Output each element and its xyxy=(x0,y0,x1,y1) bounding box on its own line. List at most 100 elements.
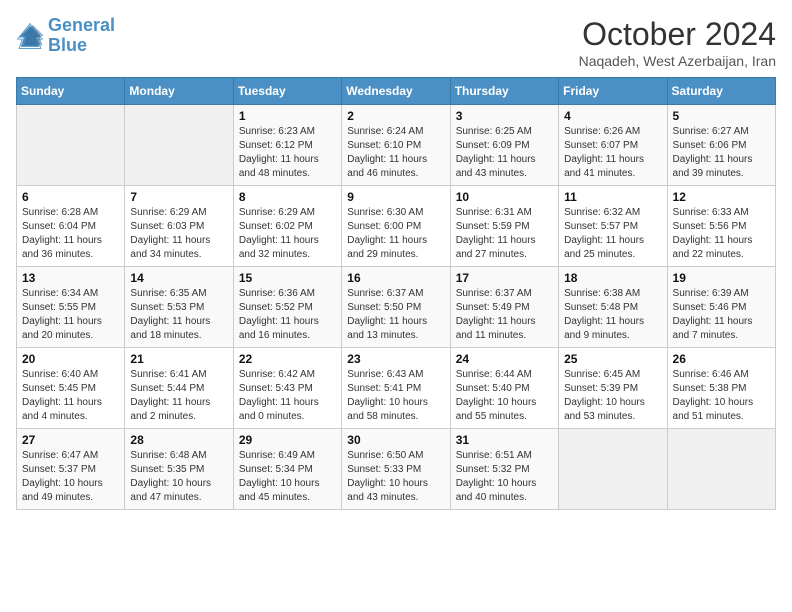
day-info: Sunrise: 6:48 AM Sunset: 5:35 PM Dayligh… xyxy=(130,449,227,505)
day-number: 13 xyxy=(22,271,119,285)
day-number: 1 xyxy=(239,109,336,123)
calendar-cell: 13 Sunrise: 6:34 AM Sunset: 5:55 PM Dayli… xyxy=(17,267,125,348)
day-info: Sunrise: 6:40 AM Sunset: 5:45 PM Dayligh… xyxy=(22,368,119,424)
calendar-cell: 15Sunrise: 6:36 AM Sunset: 5:52 PM Dayli… xyxy=(233,267,341,348)
calendar-cell: 27 Sunrise: 6:47 AM Sunset: 5:37 PM Dayli… xyxy=(17,429,125,510)
day-number: 21 xyxy=(130,352,227,366)
day-info: Sunrise: 6:34 AM Sunset: 5:55 PM Dayligh… xyxy=(22,287,119,343)
day-info: Sunrise: 6:47 AM Sunset: 5:37 PM Dayligh… xyxy=(22,449,119,505)
calendar-week-1: 1 Sunrise: 6:23 AM Sunset: 6:12 PM Daylig… xyxy=(17,105,776,186)
calendar-week-2: 6 Sunrise: 6:28 AM Sunset: 6:04 PM Daylig… xyxy=(17,186,776,267)
calendar-cell xyxy=(667,429,775,510)
day-header-wednesday: Wednesday xyxy=(342,78,450,105)
day-number: 19 xyxy=(673,271,770,285)
page-header: General Blue October 2024 Naqadeh, West … xyxy=(16,16,776,69)
calendar-cell: 6 Sunrise: 6:28 AM Sunset: 6:04 PM Daylig… xyxy=(17,186,125,267)
calendar-header-row: SundayMondayTuesdayWednesdayThursdayFrid… xyxy=(17,78,776,105)
calendar-cell xyxy=(17,105,125,186)
day-info: Sunrise: 6:37 AM Sunset: 5:50 PM Dayligh… xyxy=(347,287,444,343)
day-info: Sunrise: 6:26 AM Sunset: 6:07 PM Dayligh… xyxy=(564,125,661,181)
calendar-cell: 19Sunrise: 6:39 AM Sunset: 5:46 PM Dayli… xyxy=(667,267,775,348)
day-info: Sunrise: 6:29 AM Sunset: 6:03 PM Dayligh… xyxy=(130,206,227,262)
day-number: 9 xyxy=(347,190,444,204)
day-number: 11 xyxy=(564,190,661,204)
calendar-table: SundayMondayTuesdayWednesdayThursdayFrid… xyxy=(16,77,776,510)
calendar-cell: 25 Sunrise: 6:45 AM Sunset: 5:39 PM Dayli… xyxy=(559,348,667,429)
day-info: Sunrise: 6:31 AM Sunset: 5:59 PM Dayligh… xyxy=(456,206,553,262)
day-info: Sunrise: 6:42 AM Sunset: 5:43 PM Dayligh… xyxy=(239,368,336,424)
day-number: 29 xyxy=(239,433,336,447)
calendar-cell: 31Sunrise: 6:51 AM Sunset: 5:32 PM Dayli… xyxy=(450,429,558,510)
day-header-thursday: Thursday xyxy=(450,78,558,105)
calendar-cell: 29 Sunrise: 6:49 AM Sunset: 5:34 PM Dayli… xyxy=(233,429,341,510)
day-info: Sunrise: 6:30 AM Sunset: 6:00 PM Dayligh… xyxy=(347,206,444,262)
calendar-cell xyxy=(559,429,667,510)
day-number: 4 xyxy=(564,109,661,123)
day-info: Sunrise: 6:41 AM Sunset: 5:44 PM Dayligh… xyxy=(130,368,227,424)
day-number: 31 xyxy=(456,433,553,447)
calendar-cell: 21 Sunrise: 6:41 AM Sunset: 5:44 PM Dayli… xyxy=(125,348,233,429)
day-info: Sunrise: 6:28 AM Sunset: 6:04 PM Dayligh… xyxy=(22,206,119,262)
day-info: Sunrise: 6:29 AM Sunset: 6:02 PM Dayligh… xyxy=(239,206,336,262)
day-number: 16 xyxy=(347,271,444,285)
calendar-cell: 12 Sunrise: 6:33 AM Sunset: 5:56 PM Dayli… xyxy=(667,186,775,267)
day-number: 25 xyxy=(564,352,661,366)
day-number: 6 xyxy=(22,190,119,204)
calendar-week-4: 20 Sunrise: 6:40 AM Sunset: 5:45 PM Dayli… xyxy=(17,348,776,429)
day-number: 7 xyxy=(130,190,227,204)
day-info: Sunrise: 6:33 AM Sunset: 5:56 PM Dayligh… xyxy=(673,206,770,262)
logo-text: General Blue xyxy=(48,16,115,56)
day-number: 12 xyxy=(673,190,770,204)
calendar-cell: 14Sunrise: 6:35 AM Sunset: 5:53 PM Dayli… xyxy=(125,267,233,348)
day-info: Sunrise: 6:50 AM Sunset: 5:33 PM Dayligh… xyxy=(347,449,444,505)
day-number: 5 xyxy=(673,109,770,123)
day-info: Sunrise: 6:36 AM Sunset: 5:52 PM Dayligh… xyxy=(239,287,336,343)
calendar-cell: 10Sunrise: 6:31 AM Sunset: 5:59 PM Dayli… xyxy=(450,186,558,267)
calendar-cell: 26Sunrise: 6:46 AM Sunset: 5:38 PM Dayli… xyxy=(667,348,775,429)
calendar-cell: 2Sunrise: 6:24 AM Sunset: 6:10 PM Daylig… xyxy=(342,105,450,186)
day-number: 27 xyxy=(22,433,119,447)
day-number: 8 xyxy=(239,190,336,204)
day-info: Sunrise: 6:38 AM Sunset: 5:48 PM Dayligh… xyxy=(564,287,661,343)
day-number: 28 xyxy=(130,433,227,447)
day-header-sunday: Sunday xyxy=(17,78,125,105)
calendar-body: 1 Sunrise: 6:23 AM Sunset: 6:12 PM Daylig… xyxy=(17,105,776,510)
calendar-cell: 28 Sunrise: 6:48 AM Sunset: 5:35 PM Dayli… xyxy=(125,429,233,510)
calendar-cell: 24Sunrise: 6:44 AM Sunset: 5:40 PM Dayli… xyxy=(450,348,558,429)
calendar-cell: 11 Sunrise: 6:32 AM Sunset: 5:57 PM Dayli… xyxy=(559,186,667,267)
calendar-week-5: 27 Sunrise: 6:47 AM Sunset: 5:37 PM Dayli… xyxy=(17,429,776,510)
day-number: 30 xyxy=(347,433,444,447)
calendar-cell: 20 Sunrise: 6:40 AM Sunset: 5:45 PM Dayli… xyxy=(17,348,125,429)
location: Naqadeh, West Azerbaijan, Iran xyxy=(579,53,776,69)
day-info: Sunrise: 6:32 AM Sunset: 5:57 PM Dayligh… xyxy=(564,206,661,262)
day-number: 23 xyxy=(347,352,444,366)
day-info: Sunrise: 6:49 AM Sunset: 5:34 PM Dayligh… xyxy=(239,449,336,505)
day-header-monday: Monday xyxy=(125,78,233,105)
day-number: 3 xyxy=(456,109,553,123)
day-number: 20 xyxy=(22,352,119,366)
day-info: Sunrise: 6:46 AM Sunset: 5:38 PM Dayligh… xyxy=(673,368,770,424)
day-info: Sunrise: 6:25 AM Sunset: 6:09 PM Dayligh… xyxy=(456,125,553,181)
day-number: 22 xyxy=(239,352,336,366)
day-info: Sunrise: 6:27 AM Sunset: 6:06 PM Dayligh… xyxy=(673,125,770,181)
day-number: 18 xyxy=(564,271,661,285)
calendar-cell: 16 Sunrise: 6:37 AM Sunset: 5:50 PM Dayli… xyxy=(342,267,450,348)
title-block: October 2024 Naqadeh, West Azerbaijan, I… xyxy=(579,16,776,69)
logo: General Blue xyxy=(16,16,115,56)
calendar-cell: 17Sunrise: 6:37 AM Sunset: 5:49 PM Dayli… xyxy=(450,267,558,348)
calendar-cell: 18 Sunrise: 6:38 AM Sunset: 5:48 PM Dayli… xyxy=(559,267,667,348)
day-header-saturday: Saturday xyxy=(667,78,775,105)
day-number: 2 xyxy=(347,109,444,123)
calendar-cell: 30 Sunrise: 6:50 AM Sunset: 5:33 PM Dayli… xyxy=(342,429,450,510)
day-info: Sunrise: 6:43 AM Sunset: 5:41 PM Dayligh… xyxy=(347,368,444,424)
calendar-cell: 23 Sunrise: 6:43 AM Sunset: 5:41 PM Dayli… xyxy=(342,348,450,429)
day-info: Sunrise: 6:45 AM Sunset: 5:39 PM Dayligh… xyxy=(564,368,661,424)
calendar-cell: 3 Sunrise: 6:25 AM Sunset: 6:09 PM Daylig… xyxy=(450,105,558,186)
calendar-cell: 22 Sunrise: 6:42 AM Sunset: 5:43 PM Dayli… xyxy=(233,348,341,429)
day-header-friday: Friday xyxy=(559,78,667,105)
day-header-tuesday: Tuesday xyxy=(233,78,341,105)
calendar-cell: 5 Sunrise: 6:27 AM Sunset: 6:06 PM Daylig… xyxy=(667,105,775,186)
day-number: 17 xyxy=(456,271,553,285)
day-info: Sunrise: 6:23 AM Sunset: 6:12 PM Dayligh… xyxy=(239,125,336,181)
day-info: Sunrise: 6:35 AM Sunset: 5:53 PM Dayligh… xyxy=(130,287,227,343)
